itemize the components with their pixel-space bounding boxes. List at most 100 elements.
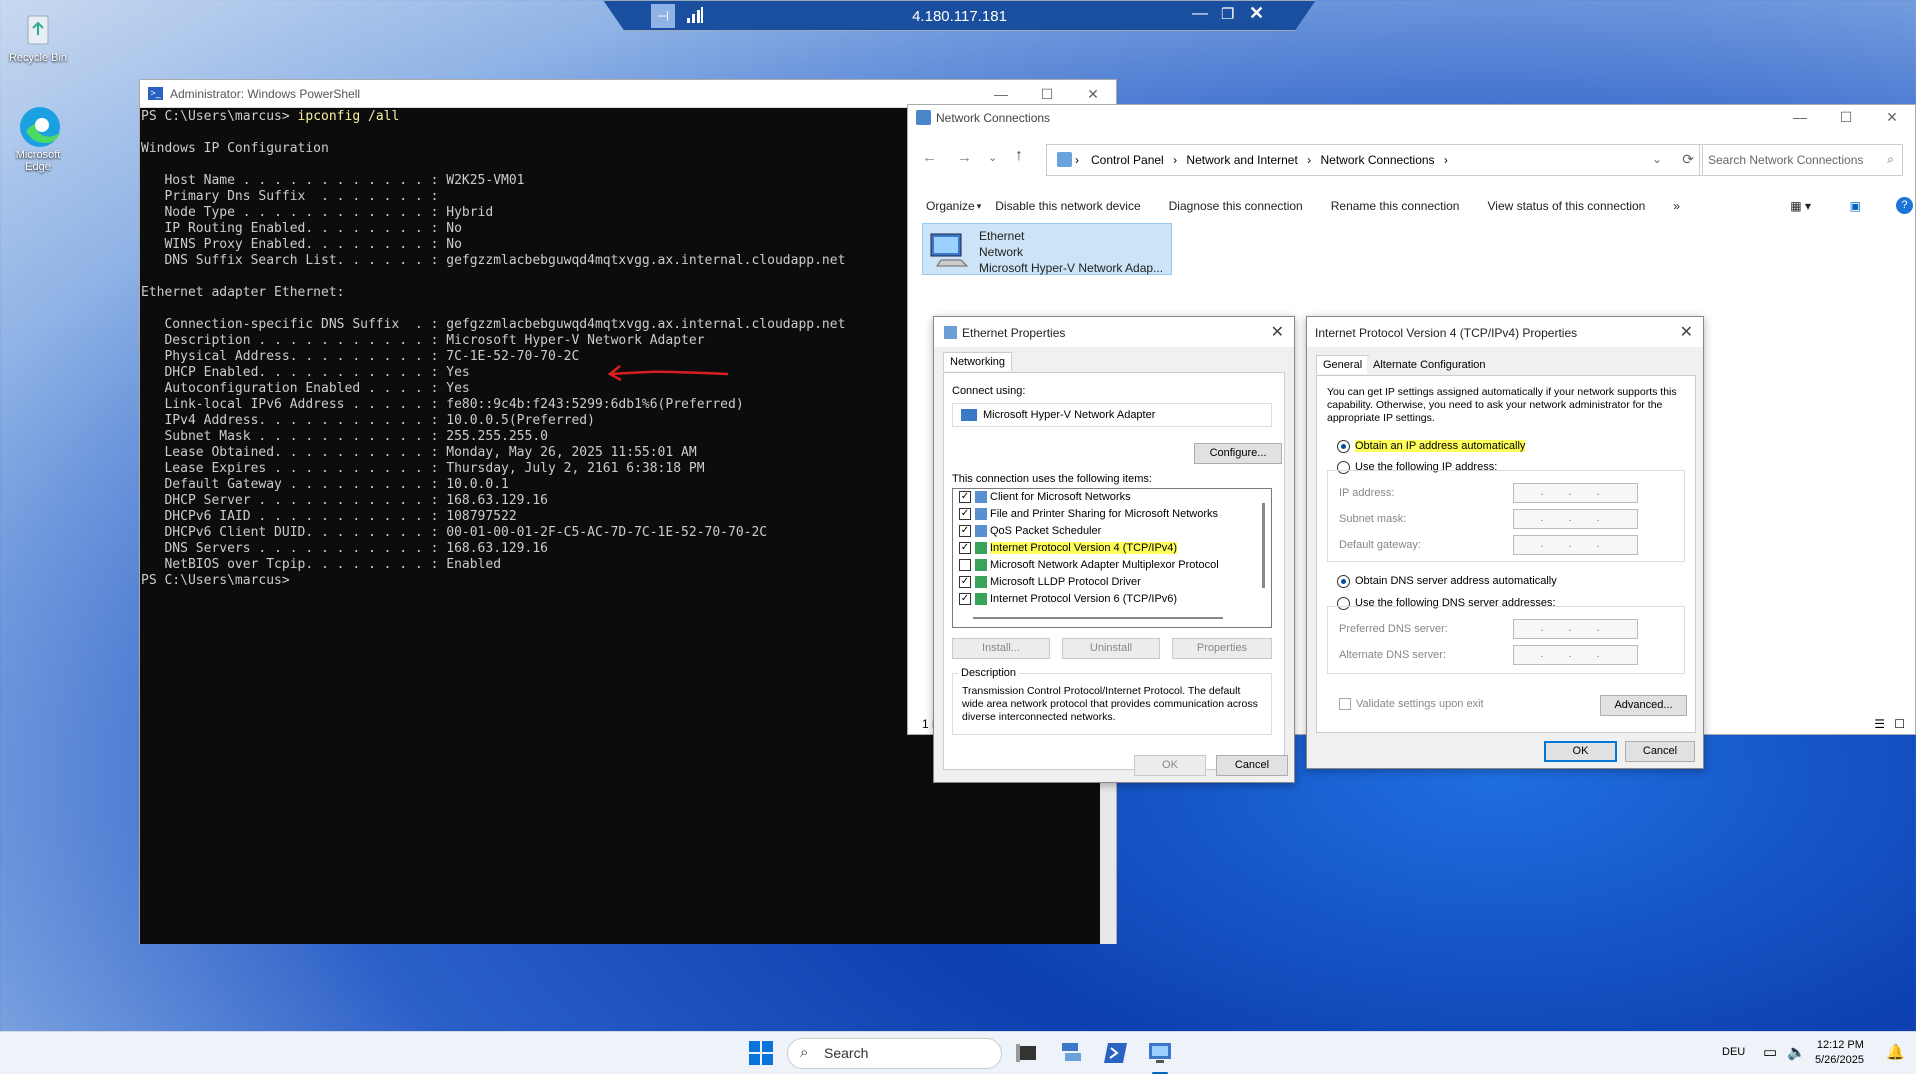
eth-props-cancel-button[interactable]: Cancel [1216,755,1288,776]
rdp-minimize-icon[interactable]: — [1192,5,1208,23]
ipv4-close-icon[interactable]: ✕ [1680,322,1693,342]
protocol-checkbox[interactable]: ✓ [959,525,971,538]
alternate-dns-label: Alternate DNS server: [1339,649,1446,661]
protocol-checkbox[interactable]: ✓ [959,542,971,555]
start-button-icon[interactable] [748,1040,774,1066]
task-view-icon[interactable] [1014,1040,1040,1066]
ipv4-cancel-button[interactable]: Cancel [1625,741,1695,762]
protocol-label: Microsoft LLDP Protocol Driver [990,576,1141,588]
address-bar[interactable]: › Control Panel › Network and Internet ›… [1046,144,1703,176]
forward-arrow-icon[interactable]: → [957,149,972,166]
eth-props-ok-button[interactable]: OK [1134,755,1206,776]
protocol-icon [975,542,987,555]
protocol-checkbox[interactable]: ✓ [959,593,971,606]
subnet-mask-field[interactable]: . . . [1513,509,1638,529]
powershell-taskbar-icon[interactable] [1103,1040,1129,1066]
protocol-checkbox[interactable]: ✓ [959,508,971,521]
obtain-ip-radio[interactable] [1337,440,1350,453]
tab-alternate-configuration[interactable]: Alternate Configuration [1367,356,1492,374]
recent-chevron-icon[interactable]: ⌄ [988,151,997,164]
ipv4-ok-button[interactable]: OK [1544,741,1617,762]
rdp-host-label: 4.180.117.181 [912,8,1007,25]
install-button[interactable]: Install... [952,638,1050,659]
validate-label[interactable]: Validate settings upon exit [1356,698,1484,710]
protocol-label: File and Printer Sharing for Microsoft N… [990,508,1219,520]
items-label: This connection uses the following items… [952,473,1152,485]
items-list-hscrollbar[interactable] [973,617,1223,619]
protocol-list-item[interactable]: ✓ QoS Packet Scheduler [959,525,1101,541]
protocol-checkbox[interactable] [959,559,971,572]
items-list[interactable]: ✓ Client for Microsoft Networks ✓ File and … [952,488,1272,628]
protocol-checkbox[interactable]: ✓ [959,576,971,589]
networking-panel: Connect using: Microsoft Hyper-V Network… [943,372,1285,770]
volume-tray-icon[interactable]: 🔈 [1787,1043,1806,1061]
rdp-close-icon[interactable]: ✕ [1249,3,1264,24]
configure-button[interactable]: Configure... [1194,443,1282,464]
protocol-list-item[interactable]: ✓ Internet Protocol Version 6 (TCP/IPv6) [959,593,1177,609]
up-arrow-icon[interactable]: ↑ [1015,147,1023,165]
preview-pane-icon[interactable]: ▣ [1836,199,1875,213]
nc-maximize-icon[interactable]: ☐ [1823,103,1869,131]
back-arrow-icon[interactable]: ← [922,149,937,166]
rdp-restore-icon[interactable]: ❐ [1221,5,1234,23]
recycle-bin-shortcut[interactable]: Recycle Bin [3,8,73,64]
input-language[interactable]: DEU [1722,1046,1745,1058]
server-manager-icon[interactable] [1059,1040,1085,1066]
tab-networking[interactable]: Networking [943,352,1013,371]
properties-button[interactable]: Properties [1172,638,1272,659]
nc-titlebar[interactable]: Network Connections — ☐ ✕ [908,105,1915,131]
ipv4-titlebar[interactable]: Internet Protocol Version 4 (TCP/IPv4) P… [1307,317,1703,347]
details-view-icon[interactable]: ☰ [1874,717,1885,731]
remote-desktop-taskbar-icon[interactable] [1147,1040,1173,1066]
nc-close-icon[interactable]: ✕ [1869,103,1915,131]
protocol-list-item[interactable]: Microsoft Network Adapter Multiplexor Pr… [959,559,1219,575]
address-dropdown-icon[interactable]: ⌄ [1652,152,1662,166]
view-status-command[interactable]: View status of this connection [1473,199,1659,213]
rename-command[interactable]: Rename this connection [1317,199,1474,213]
protocol-list-item[interactable]: ✓ Microsoft LLDP Protocol Driver [959,576,1141,592]
obtain-dns-label[interactable]: Obtain DNS server address automatically [1355,575,1557,587]
recycle-bin-label: Recycle Bin [8,52,68,64]
protocol-list-item[interactable]: ✓ Client for Microsoft Networks [959,491,1131,507]
protocol-list-item[interactable]: ✓ Internet Protocol Version 4 (TCP/IPv4) [959,542,1178,558]
taskbar-search[interactable]: ⌕ Search [787,1038,1002,1069]
disable-device-command[interactable]: Disable this network device [981,199,1154,213]
help-icon[interactable]: ? [1896,197,1913,214]
items-list-vscrollbar[interactable] [1262,503,1265,588]
alternate-dns-field[interactable]: . . . [1513,645,1638,665]
eth-props-close-icon[interactable]: ✕ [1271,322,1284,342]
edge-shortcut[interactable]: Microsoft Edge [3,105,73,173]
advanced-button[interactable]: Advanced... [1600,695,1687,716]
protocol-list-item[interactable]: ✓ File and Printer Sharing for Microsoft … [959,508,1218,524]
network-tray-icon[interactable]: ▭ [1763,1043,1777,1061]
breadcrumb-network-connections[interactable]: Network Connections [1321,153,1435,167]
view-options-icon[interactable]: ▦ ▾ [1776,199,1825,213]
protocol-label: QoS Packet Scheduler [990,525,1102,537]
general-panel: You can get IP settings assigned automat… [1316,375,1696,733]
powershell-icon: >_ [148,87,163,100]
large-icons-view-icon[interactable]: ☐ [1894,717,1905,731]
more-commands-icon[interactable]: » [1659,199,1694,213]
notifications-bell-icon[interactable]: 🔔 [1886,1043,1905,1061]
obtain-dns-radio[interactable] [1337,575,1350,588]
rdp-connection-bar: ⊣ 4.180.117.181 — ❐ ✕ [603,0,1316,31]
refresh-icon[interactable]: ⟳ [1682,151,1694,168]
red-arrow-annotation [607,365,729,382]
eth-props-titlebar[interactable]: Ethernet Properties ✕ [934,317,1294,347]
clock[interactable]: 12:12 PM 5/26/2025 [1815,1038,1864,1068]
preferred-dns-field[interactable]: . . . [1513,619,1638,639]
obtain-ip-label[interactable]: Obtain an IP address automatically [1355,440,1526,452]
ip-address-field[interactable]: . . . [1513,483,1638,503]
search-box[interactable]: Search Network Connections ⌕ [1699,144,1903,176]
diagnose-command[interactable]: Diagnose this connection [1155,199,1317,213]
ethernet-connection-item[interactable]: Ethernet Network Microsoft Hyper-V Netwo… [922,223,1172,275]
breadcrumb-network-internet[interactable]: Network and Internet [1186,153,1297,167]
edge-icon [18,105,60,147]
breadcrumb-control-panel[interactable]: Control Panel [1091,153,1164,167]
nc-minimize-icon[interactable]: — [1777,103,1823,131]
protocol-checkbox[interactable]: ✓ [959,491,971,504]
validate-checkbox[interactable] [1339,698,1351,710]
uninstall-button[interactable]: Uninstall [1062,638,1160,659]
tab-general[interactable]: General [1316,355,1370,374]
default-gateway-field[interactable]: . . . [1513,535,1638,555]
